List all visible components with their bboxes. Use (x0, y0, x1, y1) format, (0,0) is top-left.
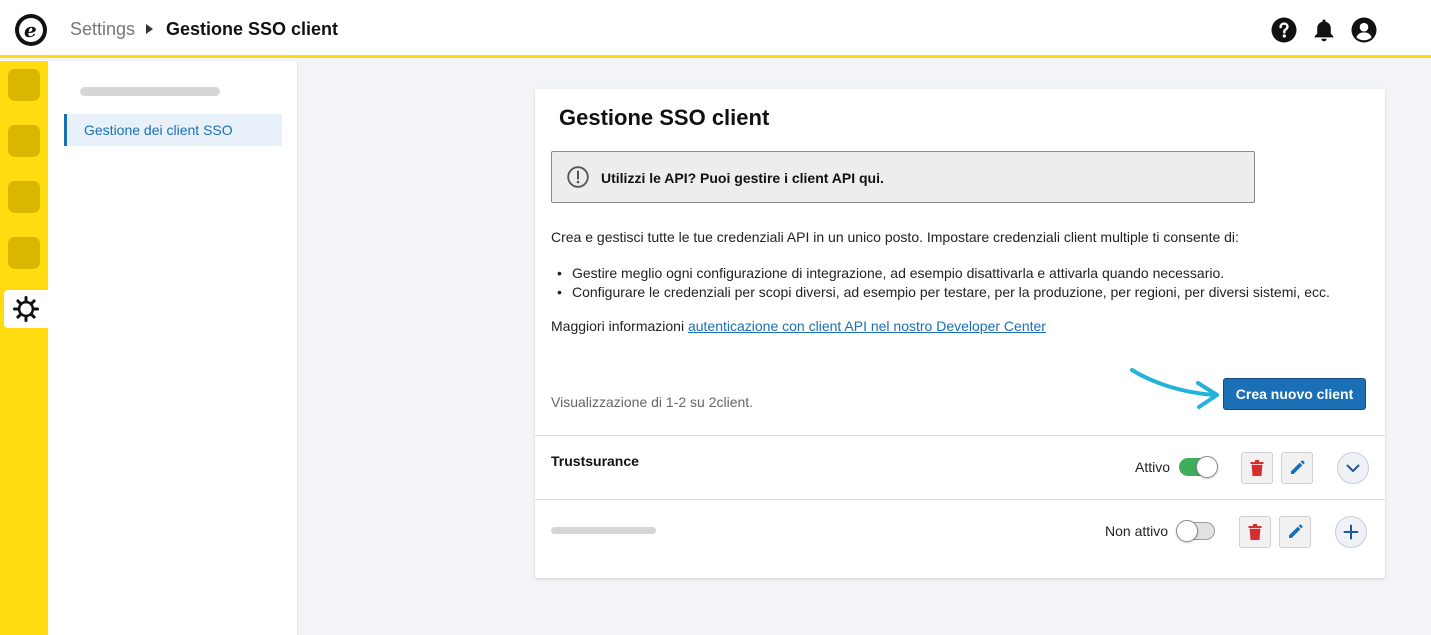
toggle-knob (1176, 520, 1198, 542)
breadcrumb-settings[interactable]: Settings (70, 19, 135, 40)
more-info: Maggiori informazioni autenticazione con… (551, 318, 1046, 334)
logo-letter: e (24, 18, 37, 42)
delete-button[interactable] (1239, 516, 1271, 548)
trash-icon (1248, 524, 1262, 540)
logo[interactable]: e (15, 14, 47, 46)
active-toggle[interactable] (1179, 456, 1218, 478)
user-icon[interactable] (1351, 17, 1377, 43)
client-name-placeholder (551, 527, 656, 534)
pencil-icon (1291, 460, 1305, 474)
chevron-down-icon (1346, 464, 1360, 472)
rail-item-4[interactable] (8, 237, 40, 269)
trash-icon (1250, 460, 1264, 476)
expand-button[interactable] (1335, 516, 1367, 548)
plus-icon (1343, 524, 1359, 540)
toggle-knob (1196, 456, 1218, 478)
pencil-icon (1289, 524, 1303, 538)
create-client-button[interactable]: Crea nuovo client (1223, 378, 1366, 410)
result-count: Visualizzazione di 1-2 su 2client. (551, 394, 754, 410)
info-alert-icon (567, 166, 589, 188)
client-status: Attivo (1135, 459, 1171, 475)
breadcrumb-separator-icon (146, 24, 153, 34)
more-info-label: Maggiori informazioni (551, 318, 685, 334)
page-title: Gestione SSO client (166, 19, 339, 39)
delete-button[interactable] (1241, 452, 1273, 484)
card-title: Gestione SSO client (559, 105, 770, 130)
rail-item-2[interactable] (8, 125, 40, 157)
edit-button[interactable] (1281, 452, 1313, 484)
subnav-item-sso-clients[interactable]: Gestione dei client SSO (64, 114, 282, 146)
annotation-arrow-icon (1130, 368, 1219, 409)
row-divider (535, 499, 1385, 500)
rail-item-settings[interactable] (4, 290, 48, 328)
subnav-placeholder (80, 87, 220, 96)
notice-text[interactable]: Utilizzi le API? Puoi gestire i client A… (601, 170, 884, 186)
feature-item: Configurare le credenziali per scopi div… (557, 283, 1330, 302)
bell-icon[interactable] (1311, 17, 1337, 43)
sso-client-card: Gestione SSO client Utilizzi le API? Puo… (535, 89, 1385, 578)
gear-icon (13, 296, 39, 322)
row-divider (535, 435, 1385, 436)
settings-subnav: Gestione dei client SSO (48, 61, 298, 635)
expand-button[interactable] (1337, 452, 1369, 484)
client-status: Non attivo (1105, 523, 1169, 539)
feature-list: Gestire meglio ogni configurazione di in… (557, 264, 1330, 302)
client-name: Trustsurance (551, 453, 639, 469)
intro-text: Crea e gestisci tutte le tue credenziali… (551, 229, 1239, 245)
api-notice: Utilizzi le API? Puoi gestire i client A… (551, 151, 1255, 203)
edit-button[interactable] (1279, 516, 1311, 548)
inactive-toggle[interactable] (1176, 520, 1215, 542)
top-bar: e Settings Gestione SSO client (0, 0, 1431, 58)
feature-item: Gestire meglio ogni configurazione di in… (557, 264, 1330, 283)
developer-center-link[interactable]: autenticazione con client API nel nostro… (688, 318, 1046, 334)
app-rail (0, 61, 48, 635)
rail-item-1[interactable] (8, 69, 40, 101)
help-icon[interactable] (1271, 17, 1297, 43)
rail-item-3[interactable] (8, 181, 40, 213)
